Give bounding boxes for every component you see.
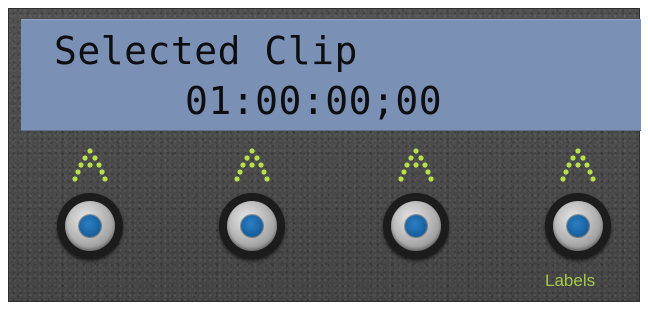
lcd-title: Selected Clip — [54, 29, 358, 73]
up-arrow-led-icon — [398, 148, 434, 182]
knob-center — [241, 215, 263, 237]
knob-button-1[interactable] — [57, 193, 123, 259]
knob-ring — [553, 201, 603, 251]
knob-center — [567, 215, 589, 237]
knob-button-3[interactable] — [383, 193, 449, 259]
knob-ring — [227, 201, 277, 251]
knob-ring — [65, 201, 115, 251]
up-arrow-led-icon — [234, 148, 270, 182]
knob-button-2[interactable] — [219, 193, 285, 259]
labels-caption: Labels — [545, 271, 596, 290]
button-group-4 — [533, 143, 623, 263]
button-group-2 — [207, 143, 297, 263]
knob-ring — [391, 201, 441, 251]
knob-center — [405, 215, 427, 237]
lcd-timecode: 01:00:00;00 — [185, 79, 443, 123]
up-arrow-led-icon — [72, 148, 108, 182]
button-group-1 — [45, 143, 135, 263]
up-arrow-led-icon — [560, 148, 596, 182]
knob-center — [79, 215, 101, 237]
button-group-3 — [371, 143, 461, 263]
knob-button-4[interactable] — [545, 193, 611, 259]
lcd-display: Selected Clip 01:00:00;00 — [21, 19, 641, 131]
control-panel: Selected Clip 01:00:00;00 Labels — [8, 8, 641, 302]
